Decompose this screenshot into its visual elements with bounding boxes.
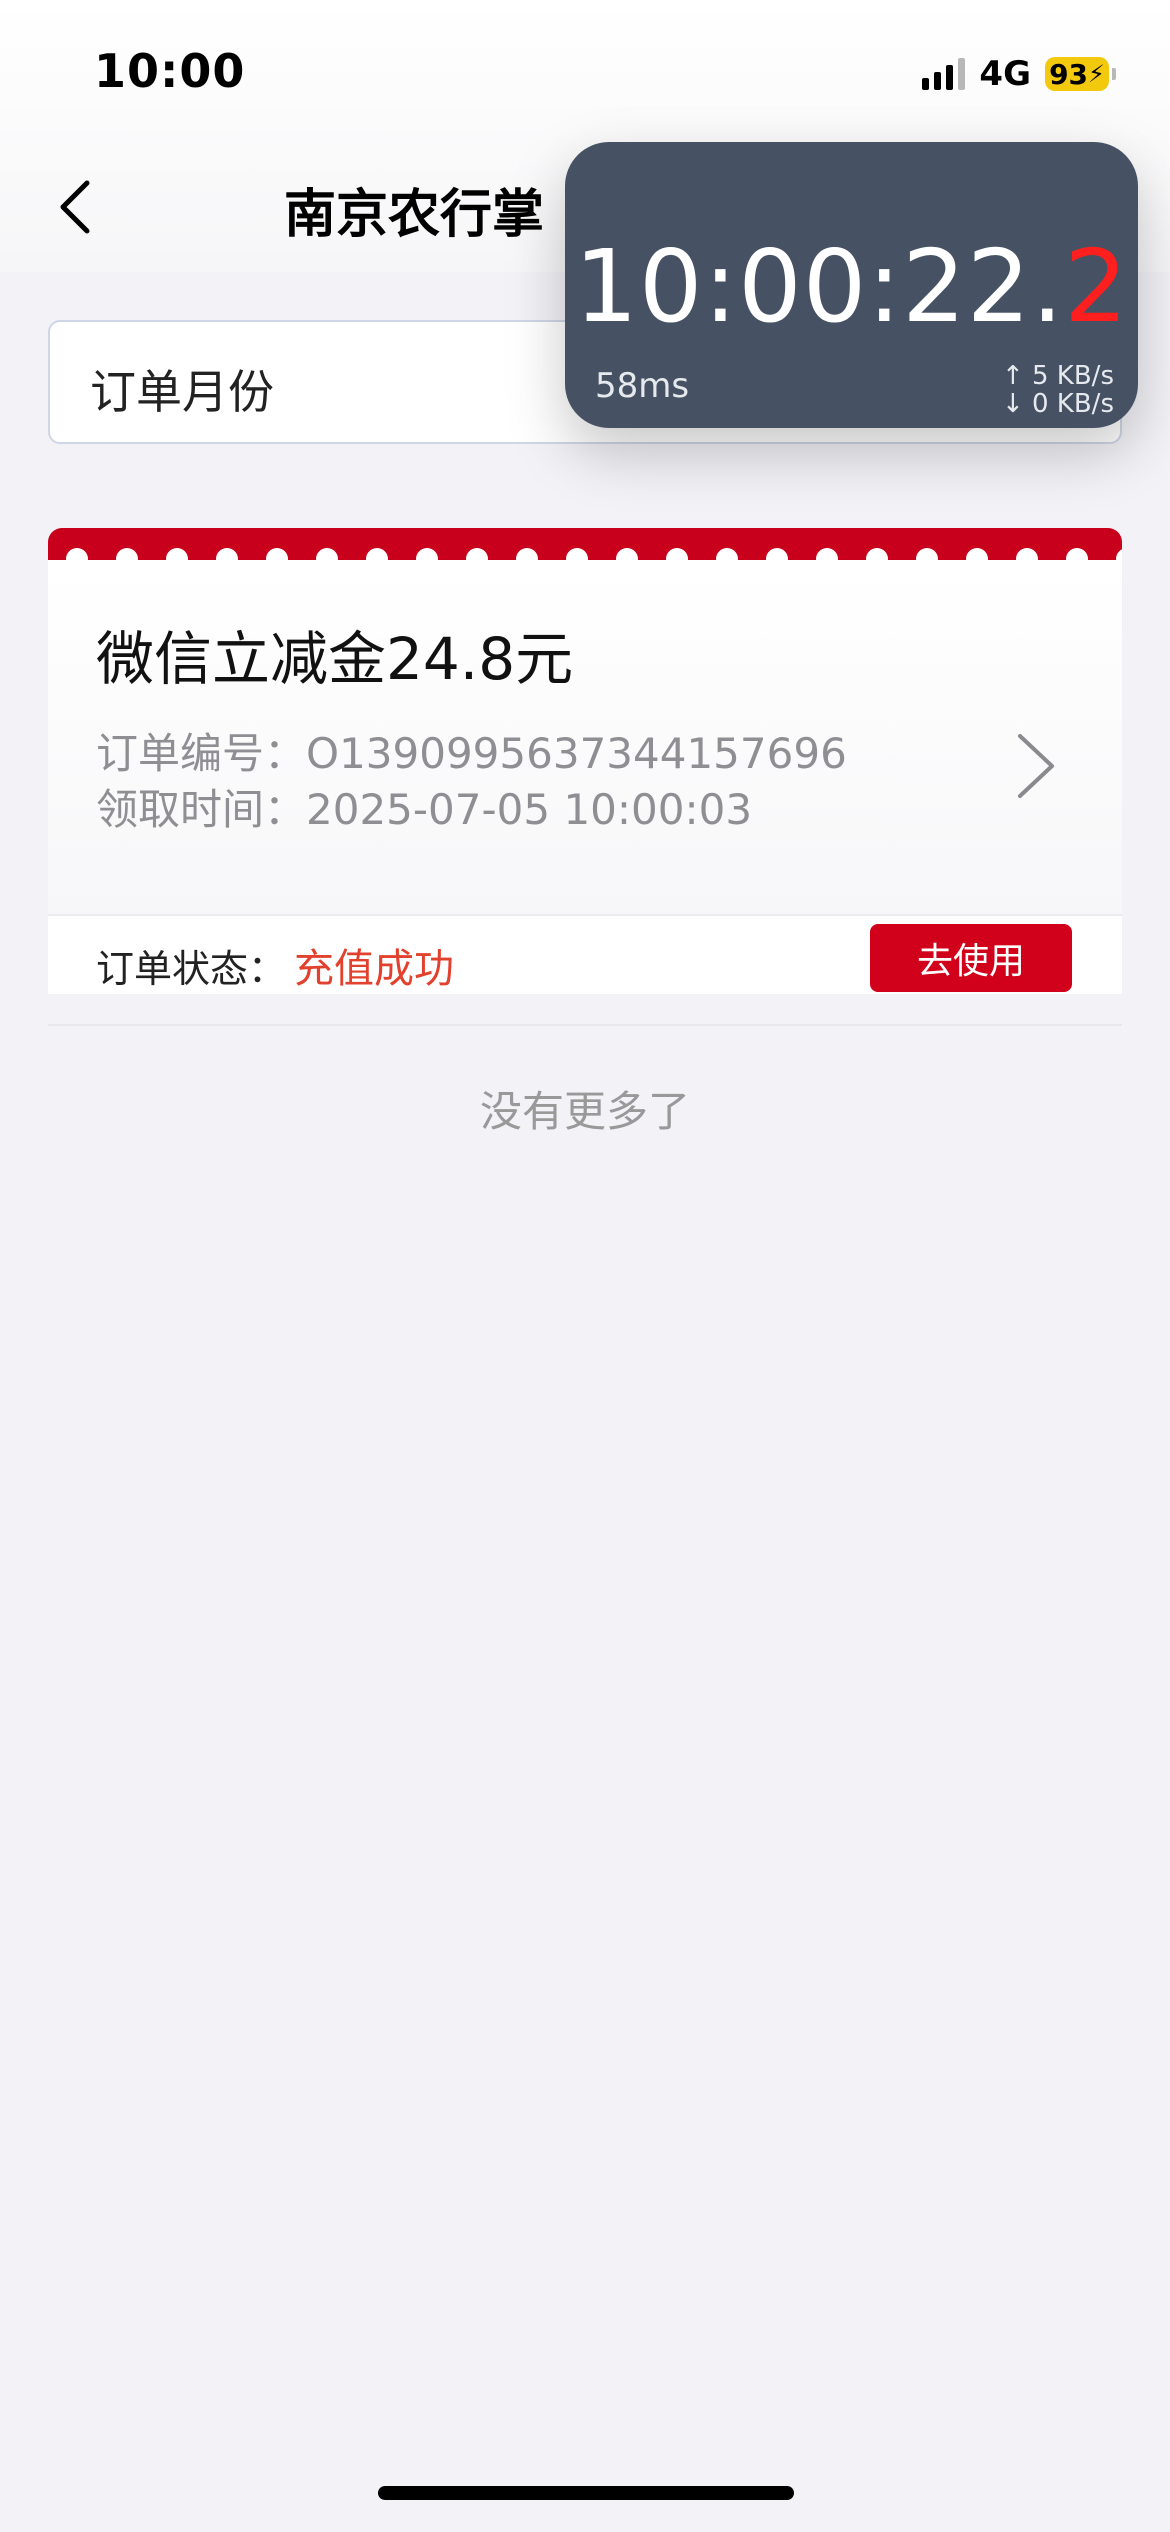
order-number-label: 订单编号： — [96, 729, 307, 778]
timer-clock: 10:00:22.2 — [565, 228, 1138, 345]
order-month-label: 订单月份 — [90, 365, 274, 419]
back-button[interactable] — [40, 172, 110, 242]
status-indicators: 4G 93 ⚡ — [922, 52, 1116, 96]
upload-speed: ↑ 5 KB/s — [1001, 361, 1114, 391]
timer-speeds: ↑ 5 KB/s ↓ 0 KB/s — [1002, 362, 1114, 418]
timer-latency: 58ms — [595, 366, 690, 406]
status-time: 10:00 — [94, 44, 246, 98]
order-number-value: O1390995637344157696 — [306, 729, 847, 778]
chevron-right-icon[interactable] — [1008, 728, 1064, 804]
order-status-label: 订单状态： — [96, 947, 287, 991]
signal-icon — [922, 58, 966, 90]
no-more-text: 没有更多了 — [479, 1087, 690, 1136]
page-title: 南京农行掌 — [284, 185, 545, 245]
order-status-row: 订单状态： 充值成功 去使用 — [48, 916, 1122, 994]
order-time-label: 领取时间： — [96, 785, 307, 834]
use-button[interactable]: 去使用 — [870, 924, 1072, 992]
order-status-value: 充值成功 — [294, 946, 454, 992]
order-time-value: 2025-07-05 10:00:03 — [306, 785, 753, 834]
chevron-left-icon — [60, 180, 90, 234]
order-info[interactable]: 微信立减金24.8元 订单编号：O1390995637344157696 领取时… — [48, 566, 1122, 916]
network-label: 4G — [979, 54, 1031, 94]
divider — [48, 1024, 1122, 1026]
download-speed: ↓ 0 KB/s — [1001, 389, 1114, 419]
order-time-row: 领取时间：2025-07-05 10:00:03 — [96, 776, 752, 837]
timer-fraction: 2 — [1064, 228, 1129, 345]
timer-time: 10:00:22. — [574, 228, 1065, 345]
battery-level: 93 — [1049, 57, 1089, 91]
ticket-band — [48, 528, 1122, 570]
screen: 10:00 4G 93 ⚡ 南京农行掌 订单月份 微信立减金24.8元 订单编号：… — [0, 0, 1170, 2532]
battery-icon: 93 ⚡ — [1045, 57, 1116, 91]
timer-widget[interactable]: 10:00:22.2 58ms ↑ 5 KB/s ↓ 0 KB/s — [565, 142, 1138, 428]
order-title: 微信立减金24.8元 — [96, 625, 574, 693]
order-card[interactable]: 微信立减金24.8元 订单编号：O1390995637344157696 领取时… — [48, 528, 1122, 994]
order-number-row: 订单编号：O1390995637344157696 — [96, 720, 847, 781]
home-indicator[interactable] — [378, 2486, 794, 2500]
